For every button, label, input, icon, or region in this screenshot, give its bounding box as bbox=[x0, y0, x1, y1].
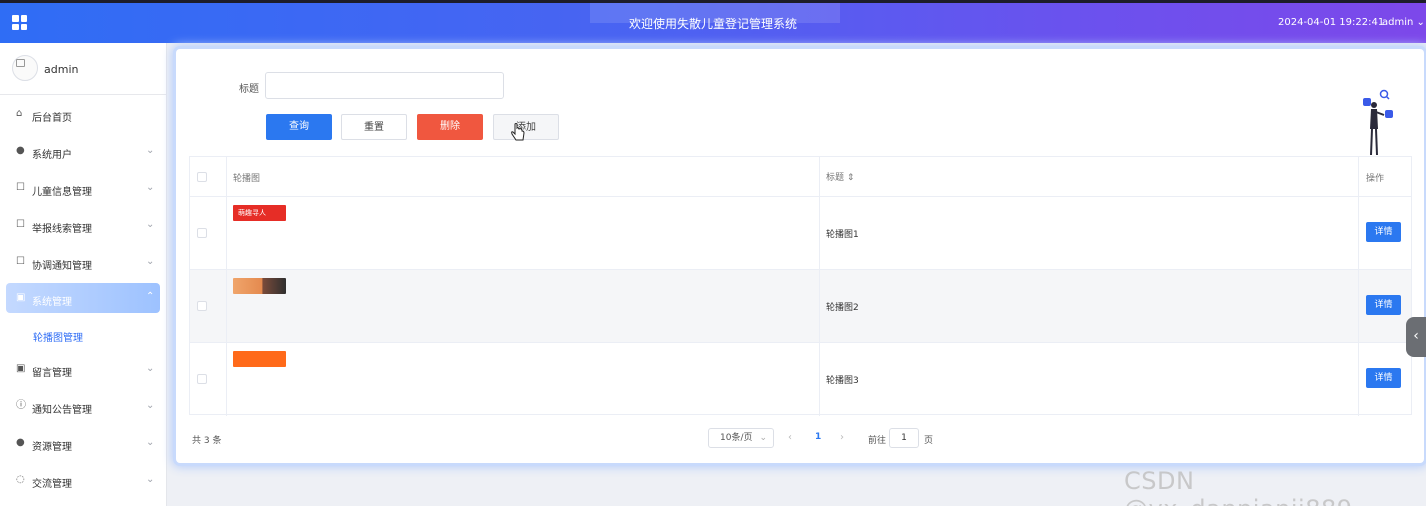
prev-page-button[interactable]: ‹ bbox=[788, 432, 792, 443]
carousel-thumbnail bbox=[233, 351, 286, 367]
row-checkbox[interactable] bbox=[197, 301, 207, 311]
title-search-label: 标题 bbox=[239, 84, 259, 95]
goto-suffix: 页 bbox=[924, 436, 934, 446]
chevron-down-icon: ⌄ bbox=[146, 363, 155, 374]
doc-icon: ☐ bbox=[16, 256, 25, 267]
sidebar-item-communication[interactable]: ◌ 交流管理 ⌄ bbox=[0, 462, 167, 499]
sidebar-item-label: 协调通知管理 bbox=[32, 261, 92, 272]
add-button[interactable]: 添加 bbox=[493, 114, 559, 140]
sidebar-item-label: 留言管理 bbox=[32, 368, 72, 379]
sidebar: admin ⌂ 后台首页 ● 系统用户 ⌄ ☐ 儿童信息管理 ⌄ ☐ 举报线索管… bbox=[0, 43, 167, 506]
avatar bbox=[12, 55, 38, 81]
sidebar-item-home[interactable]: ⌂ 后台首页 bbox=[0, 96, 167, 133]
doc-icon: ☐ bbox=[16, 182, 25, 193]
location-icon: ● bbox=[16, 437, 25, 448]
delete-button[interactable]: 删除 bbox=[417, 114, 483, 140]
column-header-actions: 操作 bbox=[1366, 174, 1385, 184]
user-menu[interactable]: admin ⌄ bbox=[1382, 17, 1425, 28]
sidebar-item-report-clues[interactable]: ☐ 举报线索管理 ⌄ bbox=[0, 207, 167, 244]
chevron-down-icon: ⌄ bbox=[146, 474, 155, 485]
query-button[interactable]: 查询 bbox=[266, 114, 332, 140]
goto-label: 前往 bbox=[868, 436, 887, 446]
sidebar-item-label: 后台首页 bbox=[32, 113, 72, 124]
top-navbar: 欢迎使用失散儿童登记管理系统 2024-04-01 19:22:41 admin… bbox=[0, 0, 1426, 43]
watermark: CSDN @vx_danpianji889 bbox=[1124, 467, 1352, 506]
chat-icon: ◌ bbox=[16, 474, 25, 485]
chevron-down-icon: ⌄ bbox=[146, 437, 155, 448]
chevron-down-icon: ⌄ bbox=[146, 256, 155, 267]
hand-cursor-icon bbox=[511, 123, 525, 141]
sidebar-item-resources[interactable]: ● 资源管理 ⌄ bbox=[0, 425, 167, 462]
column-header-image: 轮播图 bbox=[233, 174, 261, 184]
row-divider bbox=[190, 196, 1411, 197]
detail-button[interactable]: 详情 bbox=[1366, 222, 1401, 242]
row-title: 轮播图2 bbox=[826, 303, 859, 313]
sidebar-item-label: 系统管理 bbox=[32, 297, 72, 308]
column-header-title[interactable]: 标题 ⇕ bbox=[826, 170, 854, 183]
sidebar-item-label: 举报线索管理 bbox=[32, 224, 92, 235]
sidebar-subitem-carousel[interactable]: 轮播图管理 bbox=[33, 329, 83, 344]
sidebar-item-system-management[interactable]: ▣ 系统管理 ⌃ bbox=[6, 283, 160, 313]
picture-icon: ▣ bbox=[16, 363, 26, 374]
title-search-input[interactable] bbox=[265, 72, 504, 99]
detail-button[interactable]: 详情 bbox=[1366, 295, 1401, 315]
row-checkbox[interactable] bbox=[197, 228, 207, 238]
carousel-thumbnail: 萌趣寻人 bbox=[233, 205, 286, 221]
content-panel: 标题 查询 重置 删除 添加 轮播图 标题 ⇕ 操作 萌趣寻人 轮播图1 详情 … bbox=[176, 49, 1424, 463]
collapse-panel-button[interactable]: ‹ bbox=[1406, 317, 1426, 357]
chevron-down-icon: ⌄ bbox=[146, 219, 155, 230]
sidebar-item-label: 通知公告管理 bbox=[32, 405, 92, 416]
table-row-stripe bbox=[190, 270, 1411, 343]
sidebar-item-label: 系统用户 bbox=[32, 150, 72, 161]
row-checkbox[interactable] bbox=[197, 374, 207, 384]
carousel-thumbnail bbox=[233, 278, 286, 294]
chevron-down-icon: ⌄ bbox=[146, 400, 155, 411]
datetime-display: 2024-04-01 19:22:41 bbox=[1278, 17, 1385, 28]
row-divider bbox=[190, 342, 1411, 343]
detail-button[interactable]: 详情 bbox=[1366, 368, 1401, 388]
sidebar-item-label: 资源管理 bbox=[32, 442, 72, 453]
select-all-checkbox[interactable] bbox=[197, 172, 207, 182]
next-page-button[interactable]: › bbox=[840, 432, 844, 443]
sidebar-item-messages[interactable]: ▣ 留言管理 ⌄ bbox=[0, 351, 167, 388]
row-title: 轮播图1 bbox=[826, 230, 859, 240]
doc-icon: ☐ bbox=[16, 219, 25, 230]
chevron-down-icon: ⌄ bbox=[146, 182, 155, 193]
row-title: 轮播图3 bbox=[826, 376, 859, 386]
sidebar-item-coordination[interactable]: ☐ 协调通知管理 ⌄ bbox=[0, 244, 167, 281]
page-number-current[interactable]: 1 bbox=[815, 432, 821, 442]
chevron-up-icon: ⌃ bbox=[146, 291, 155, 302]
sidebar-item-label: 儿童信息管理 bbox=[32, 187, 92, 198]
sidebar-item-child-info[interactable]: ☐ 儿童信息管理 ⌄ bbox=[0, 170, 167, 207]
sidebar-item-announcements[interactable]: ⓘ 通知公告管理 ⌄ bbox=[0, 388, 167, 425]
picture-icon: ▣ bbox=[16, 292, 26, 303]
search-person-illustration bbox=[1363, 89, 1393, 156]
home-icon: ⌂ bbox=[16, 108, 23, 119]
profile-section: admin bbox=[0, 43, 166, 95]
profile-name: admin bbox=[44, 63, 79, 76]
app-title: 欢迎使用失散儿童登记管理系统 bbox=[628, 17, 797, 31]
sidebar-item-system-users[interactable]: ● 系统用户 ⌄ bbox=[0, 133, 167, 170]
row-divider bbox=[190, 269, 1411, 270]
sidebar-item-label: 交流管理 bbox=[32, 479, 72, 490]
goto-page-input[interactable]: 1 bbox=[889, 428, 919, 448]
page-size-value: 10条/页 bbox=[720, 433, 753, 443]
user-icon: ● bbox=[16, 145, 25, 156]
carousel-table: 轮播图 标题 ⇕ 操作 萌趣寻人 轮播图1 详情 轮播图2 详情 轮播图3 详情 bbox=[189, 156, 1412, 416]
info-icon: ⓘ bbox=[16, 400, 26, 411]
total-count: 共 3 条 bbox=[192, 436, 222, 446]
page-size-select[interactable]: 10条/页 ⌄ bbox=[708, 428, 774, 448]
chevron-down-icon: ⌄ bbox=[759, 433, 767, 443]
reset-button[interactable]: 重置 bbox=[341, 114, 407, 140]
chevron-down-icon: ⌄ bbox=[146, 145, 155, 156]
